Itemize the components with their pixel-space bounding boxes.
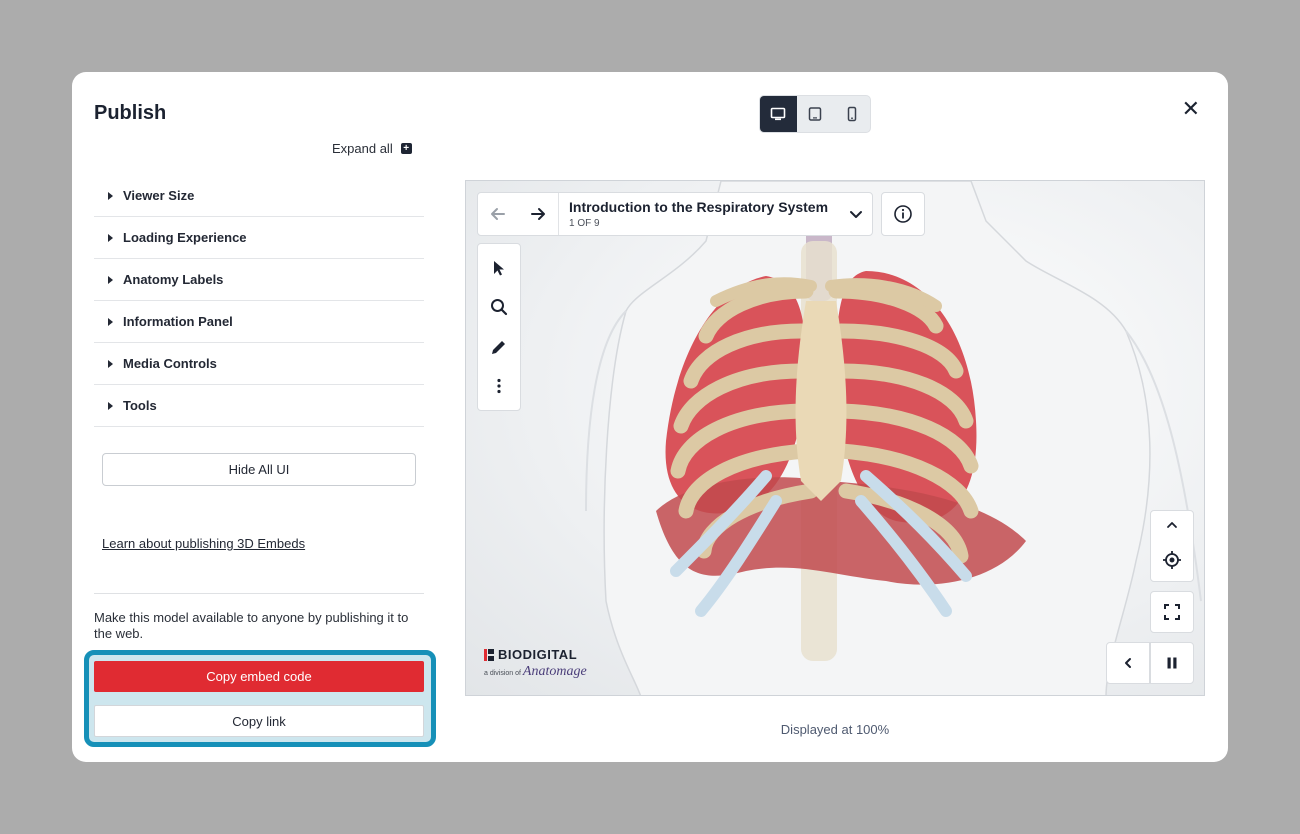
accordion-label: Anatomy Labels <box>123 272 224 287</box>
tour-info: Introduction to the Respiratory System 1… <box>559 199 840 229</box>
accordion-label: Viewer Size <box>123 188 195 203</box>
fullscreen-button[interactable] <box>1150 591 1194 633</box>
search-tool-button[interactable] <box>484 292 514 322</box>
tablet-icon <box>808 107 822 121</box>
select-tool-button[interactable] <box>484 253 514 283</box>
model-viewer[interactable]: Introduction to the Respiratory System 1… <box>465 180 1205 696</box>
fullscreen-icon <box>1164 604 1180 620</box>
accordion-label: Loading Experience <box>123 230 247 245</box>
logo-division-brand: Anatomage <box>522 664 587 679</box>
more-vertical-icon <box>497 379 501 394</box>
caret-right-icon <box>108 191 113 200</box>
close-icon[interactable]: ✕ <box>1182 98 1200 120</box>
pause-icon <box>1167 657 1177 669</box>
arrow-left-icon <box>491 208 505 220</box>
caret-right-icon <box>108 317 113 326</box>
caret-right-icon <box>108 275 113 284</box>
chevron-left-icon <box>1125 658 1131 668</box>
tablet-view-button[interactable] <box>797 96 834 132</box>
copy-link-button[interactable]: Copy link <box>94 705 424 737</box>
caret-right-icon <box>108 401 113 410</box>
tour-navigation-bar: Introduction to the Respiratory System 1… <box>477 192 873 236</box>
tour-counter: 1 OF 9 <box>569 218 600 229</box>
info-icon <box>894 205 912 223</box>
copy-embed-code-button[interactable]: Copy embed code <box>94 661 424 692</box>
divider <box>94 593 424 594</box>
tour-prev-button[interactable] <box>478 193 518 235</box>
viewer-tools-bar <box>477 243 521 411</box>
logo-name: BIODIGITAL <box>498 647 578 662</box>
anatomy-model-illustration <box>585 181 1202 695</box>
info-button[interactable] <box>881 192 925 236</box>
more-tools-button[interactable] <box>484 371 514 401</box>
mobile-view-button[interactable] <box>833 96 870 132</box>
caret-right-icon <box>108 359 113 368</box>
media-prev-button[interactable] <box>1106 642 1150 684</box>
accordion-media-controls[interactable]: Media Controls <box>94 343 424 385</box>
mobile-icon <box>847 106 856 122</box>
tour-title: Introduction to the Respiratory System <box>569 199 829 215</box>
camera-controls <box>1150 510 1194 582</box>
desktop-view-button[interactable] <box>760 96 797 132</box>
cursor-icon <box>494 260 504 276</box>
expand-camera-button[interactable] <box>1165 518 1179 537</box>
publish-modal: Publish Expand all + ✕ Viewer Size Loadi… <box>72 72 1228 762</box>
learn-publishing-link[interactable]: Learn about publishing 3D Embeds <box>102 536 305 551</box>
accordion-anatomy-labels[interactable]: Anatomy Labels <box>94 259 424 301</box>
biodigital-logo: BIODIGITAL a division of Anatomage <box>484 647 587 680</box>
hide-all-ui-button[interactable]: Hide All UI <box>102 453 416 486</box>
tour-dropdown-button[interactable] <box>840 206 872 222</box>
device-toggle <box>759 95 871 133</box>
desktop-icon <box>771 107 786 121</box>
chevron-up-icon <box>1167 521 1177 528</box>
recenter-button[interactable] <box>1162 550 1182 575</box>
pencil-icon <box>492 340 505 354</box>
biodigital-logo-icon <box>484 648 494 661</box>
logo-division-prefix: a division of <box>484 670 521 677</box>
accordion-label: Media Controls <box>123 356 217 371</box>
pause-button[interactable] <box>1150 642 1194 684</box>
accordion-label: Tools <box>123 398 157 413</box>
accordion-information-panel[interactable]: Information Panel <box>94 301 424 343</box>
accordion-tools[interactable]: Tools <box>94 385 424 427</box>
search-icon <box>491 299 508 316</box>
publish-description: Make this model available to anyone by p… <box>94 610 409 641</box>
caret-right-icon <box>108 233 113 242</box>
crosshair-icon <box>1163 550 1181 569</box>
page-title: Publish <box>94 102 167 124</box>
arrow-right-icon <box>531 208 545 220</box>
chevron-down-icon <box>850 211 862 218</box>
zoom-status: Displayed at 100% <box>780 722 890 737</box>
accordion-viewer-size[interactable]: Viewer Size <box>94 175 424 217</box>
settings-accordion: Viewer Size Loading Experience Anatomy L… <box>94 175 424 427</box>
plus-icon: + <box>400 143 412 154</box>
draw-tool-button[interactable] <box>484 332 514 362</box>
tour-next-button[interactable] <box>518 193 558 235</box>
accordion-label: Information Panel <box>123 314 233 329</box>
accordion-loading-experience[interactable]: Loading Experience <box>94 217 424 259</box>
expand-all-button[interactable]: Expand all + <box>332 141 412 156</box>
expand-all-label: Expand all <box>332 141 393 156</box>
